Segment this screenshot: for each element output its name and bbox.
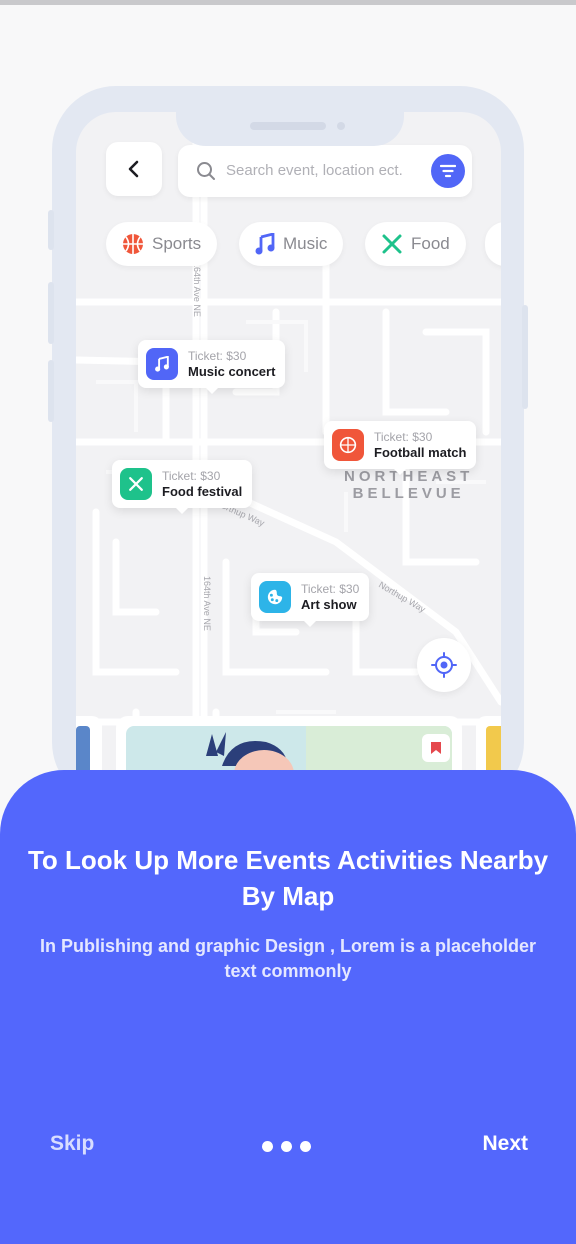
map-marker-music-concert[interactable]: Ticket: $30 Music concert [138, 340, 286, 394]
palette-icon [259, 581, 291, 613]
street-label: 164th Ave NE [192, 262, 202, 317]
marker-title: Music concert [188, 363, 276, 379]
marker-price: Ticket: $30 [162, 468, 221, 483]
chip-music[interactable]: Music [239, 222, 344, 266]
phone-screen: 164th Ave NE Northup Way 164th Ave NE No… [76, 112, 501, 802]
filter-icon [440, 164, 456, 178]
phone-side-button [48, 210, 54, 250]
utensils-icon [382, 234, 402, 254]
map-marker-art-show[interactable]: Ticket: $30 Art show [251, 573, 370, 627]
phone-speaker [250, 122, 326, 130]
filter-button[interactable] [431, 154, 465, 188]
chevron-left-icon [128, 160, 139, 178]
basketball-icon [332, 429, 364, 461]
phone-side-button [522, 305, 528, 409]
chip-food[interactable]: Food [365, 222, 466, 266]
onboarding-sheet: To Look Up More Events Activities Nearby… [0, 770, 576, 1244]
chip-sports[interactable]: Sports [106, 222, 218, 266]
page-indicator [262, 1141, 311, 1152]
skip-button[interactable]: Skip [50, 1132, 94, 1156]
map-marker-football-match[interactable]: Ticket: $30 Football match [324, 421, 477, 475]
onboarding-title: To Look Up More Events Activities Nearby… [27, 845, 549, 911]
crosshair-icon [431, 652, 457, 678]
basketball-icon [123, 234, 143, 254]
search-input[interactable]: Search event, location ect. [226, 162, 403, 179]
marker-title: Football match [374, 444, 467, 460]
next-button[interactable]: Next [482, 1132, 528, 1156]
marker-price: Ticket: $30 [301, 581, 360, 596]
search-bar[interactable]: Search event, location ect. [178, 145, 472, 197]
phone-notch [176, 86, 404, 146]
phone-camera [337, 122, 345, 130]
status-divider [0, 0, 576, 5]
phone-side-button [48, 360, 54, 422]
marker-title: Art show [301, 596, 357, 612]
page-dot[interactable] [262, 1141, 273, 1152]
map-marker-food-festival[interactable]: Ticket: $30 Food festival [112, 460, 253, 514]
search-icon [197, 162, 215, 180]
back-button[interactable] [106, 142, 162, 196]
marker-price: Ticket: $30 [374, 429, 433, 444]
my-location-button[interactable] [417, 638, 471, 692]
page-dot[interactable] [281, 1141, 292, 1152]
phone-side-button [48, 282, 54, 344]
onboarding-subtitle: In Publishing and graphic Design , Lorem… [39, 936, 537, 981]
music-note-icon [146, 348, 178, 380]
utensils-icon [120, 468, 152, 500]
area-label: NORTHEAST BELLEVUE [344, 468, 474, 502]
marker-price: Ticket: $30 [188, 348, 247, 363]
music-note-icon [255, 233, 275, 255]
bookmark-button[interactable] [422, 734, 450, 762]
marker-title: Food festival [162, 483, 243, 499]
chip-label: Sports [152, 234, 202, 253]
chip-label: Food [411, 234, 450, 253]
bookmark-icon [431, 742, 441, 754]
chip-label: Music [283, 234, 328, 253]
page-dot[interactable] [300, 1141, 311, 1152]
street-label: 164th Ave NE [202, 576, 212, 631]
